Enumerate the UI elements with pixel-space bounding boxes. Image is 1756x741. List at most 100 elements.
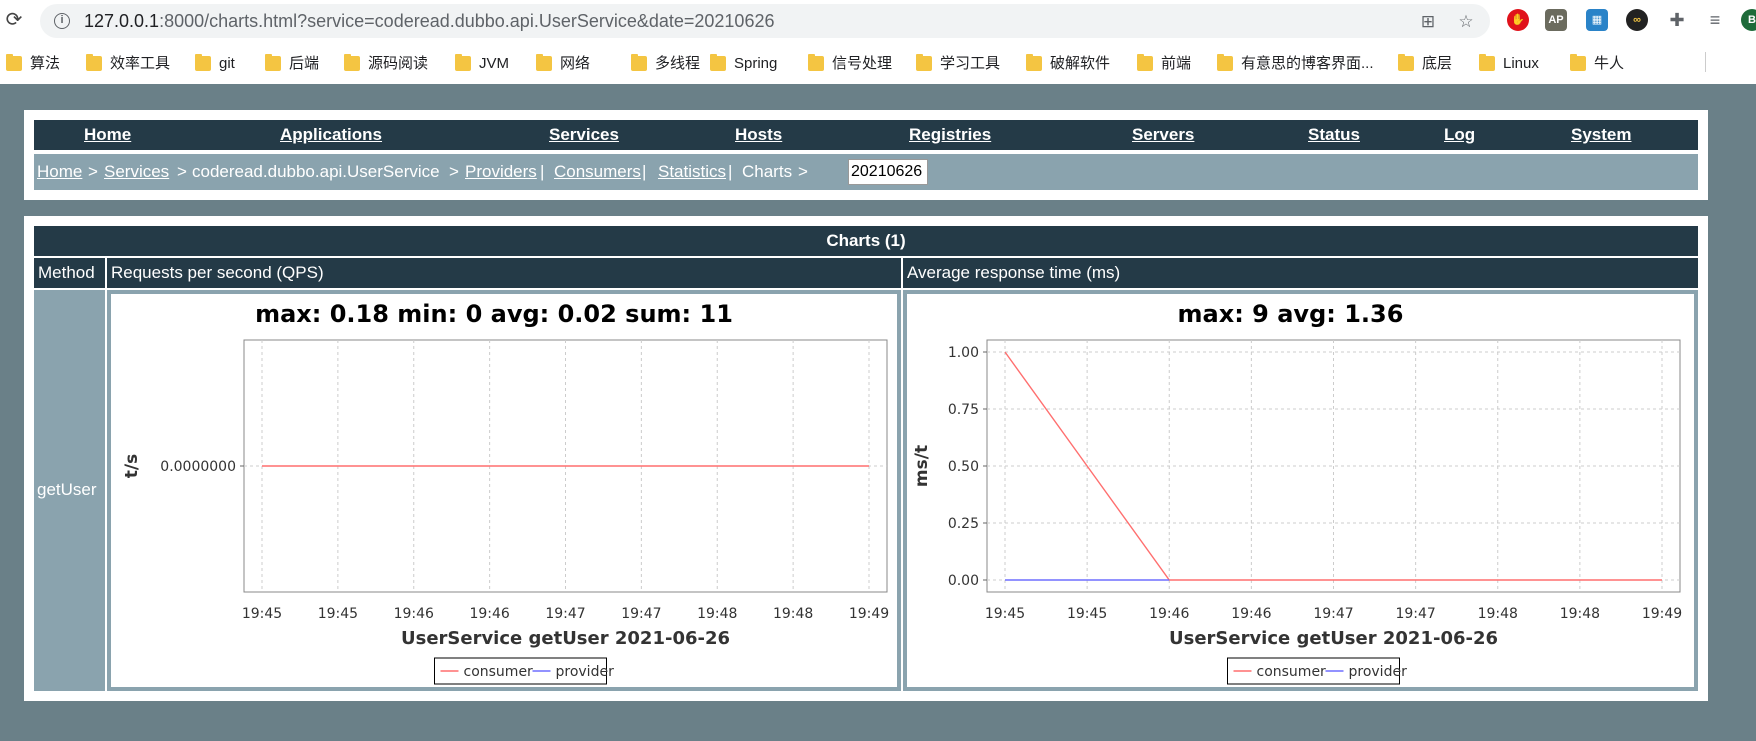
y-axis-label: t/s	[122, 454, 142, 478]
extensions-puzzle-icon[interactable]: ✚	[1666, 9, 1688, 31]
breadcrumb-pipe: |	[642, 162, 647, 181]
url-path: :8000/charts.html?service=coderead.dubbo…	[159, 11, 775, 31]
x-tick-label: 19:48	[697, 606, 737, 622]
y-tick-label: 0.0000000	[160, 459, 236, 475]
nav-services[interactable]: Services	[549, 125, 619, 145]
qps-chart: max: 0.18 min: 0 avg: 0.02 sum: 11 19:45 1…	[122, 300, 889, 685]
nav-servers[interactable]: Servers	[1132, 125, 1194, 145]
chart-title: max: 9 avg: 1.36	[1178, 300, 1404, 328]
bookmark-item[interactable]: 效率工具	[86, 54, 170, 74]
folder-icon	[1026, 54, 1042, 71]
chart-title: max: 0.18 min: 0 avg: 0.02 sum: 11	[255, 300, 733, 328]
x-tick-label: 19:45	[1067, 606, 1107, 622]
nav-home[interactable]: Home	[84, 125, 131, 145]
breadcrumb-consumers[interactable]: Consumers	[554, 162, 641, 182]
bookmark-item[interactable]: 前端	[1137, 54, 1191, 74]
x-tick-label: 19:48	[1560, 606, 1600, 622]
browser-chrome: ⟳ i 127.0.0.1:8000/charts.html?service=c…	[0, 0, 1756, 84]
bookmark-label: 网络	[560, 55, 591, 72]
bookmark-item[interactable]: 破解软件	[1026, 54, 1110, 74]
url-text[interactable]: 127.0.0.1:8000/charts.html?service=coder…	[84, 11, 774, 32]
grid-extension-icon[interactable]: ▦	[1586, 9, 1608, 31]
nav-system[interactable]: System	[1571, 125, 1631, 145]
breadcrumb-sep: >	[88, 162, 98, 181]
x-tick-label: 19:47	[1395, 606, 1435, 622]
y-tick-label: 0.50	[948, 459, 979, 475]
bookmark-item[interactable]: 信号处理	[808, 54, 892, 74]
bookmark-item[interactable]: 网络	[536, 54, 590, 74]
legend-label: provider	[556, 664, 615, 680]
bookmark-item[interactable]: 多线程	[631, 54, 700, 74]
address-bar-row: ⟳ i 127.0.0.1:8000/charts.html?service=c…	[0, 0, 1756, 42]
ap-extension-icon[interactable]: AP	[1545, 9, 1567, 31]
breadcrumb-home[interactable]: Home	[37, 162, 82, 182]
breadcrumb-pipe: |	[540, 162, 545, 181]
bookmark-label: 源码阅读	[368, 55, 429, 72]
x-tick-label: 19:49	[849, 606, 889, 622]
bookmark-item[interactable]: git	[195, 54, 235, 74]
bookmark-item[interactable]: Linux	[1479, 54, 1539, 74]
folder-icon	[1137, 54, 1153, 71]
bookmarks-bar: 算法 效率工具 git 后端 源码阅读 JVM 网络 多线程 Spring 信号处理 学习工具 破解软…	[0, 44, 1756, 82]
nav-hosts[interactable]: Hosts	[735, 125, 782, 145]
nav-log[interactable]: Log	[1444, 125, 1475, 145]
bookmark-label: 有意思的博客界面...	[1241, 55, 1374, 72]
infinity-extension-icon[interactable]: ∞	[1626, 9, 1648, 31]
bookmark-item[interactable]: JVM	[455, 54, 509, 74]
method-column-header: Method	[34, 258, 105, 288]
folder-icon	[6, 54, 22, 71]
folder-icon	[710, 54, 726, 71]
bookmark-item[interactable]: 牛人	[1570, 54, 1624, 74]
y-tick-label: 0.25	[948, 516, 979, 532]
date-input[interactable]	[848, 159, 928, 185]
qps-chart-canvas: max: 0.18 min: 0 avg: 0.02 sum: 11 19:45 1…	[111, 294, 897, 687]
folder-icon	[536, 54, 552, 71]
breadcrumb-providers[interactable]: Providers	[465, 162, 537, 182]
bookmark-item[interactable]: 源码阅读	[344, 54, 428, 74]
nav-registries[interactable]: Registries	[909, 125, 991, 145]
breadcrumb-sep: >	[449, 162, 459, 181]
breadcrumb-statistics[interactable]: Statistics	[658, 162, 726, 182]
profile-avatar[interactable]: B	[1741, 9, 1756, 31]
x-axis-label: UserService getUser 2021-06-26	[1169, 628, 1498, 649]
translate-icon[interactable]: ⊞	[1418, 12, 1438, 32]
legend-label: consumer	[1257, 664, 1327, 680]
bookmark-label: 信号处理	[832, 55, 893, 72]
adblock-icon[interactable]: ✋	[1507, 9, 1529, 31]
x-tick-label: 19:45	[242, 606, 282, 622]
bookmark-item[interactable]: 学习工具	[916, 54, 1000, 74]
folder-icon	[916, 54, 932, 71]
folder-icon	[455, 54, 471, 71]
folder-icon	[631, 54, 647, 71]
breadcrumb-services[interactable]: Services	[104, 162, 169, 182]
folder-icon	[1217, 54, 1233, 71]
x-tick-label: 19:48	[1478, 606, 1518, 622]
nav-status[interactable]: Status	[1308, 125, 1360, 145]
x-tick-label: 19:47	[621, 606, 661, 622]
bookmark-item[interactable]: 有意思的博客界面...	[1217, 54, 1374, 74]
legend-label: provider	[1349, 664, 1408, 680]
qps-chart-cell: max: 0.18 min: 0 avg: 0.02 sum: 11 19:45 1…	[107, 290, 901, 691]
folder-icon	[195, 54, 211, 71]
bookmark-item[interactable]: 底层	[1398, 54, 1452, 74]
breadcrumb-charts: Charts	[742, 162, 793, 181]
bookmark-item[interactable]: 算法	[6, 54, 60, 74]
reading-list-icon[interactable]: ≡	[1704, 9, 1726, 31]
bookmark-label: 牛人	[1594, 55, 1625, 72]
folder-icon	[1398, 54, 1414, 71]
breadcrumb-service-name: coderead.dubbo.api.UserService	[192, 162, 440, 181]
bookmark-label: JVM	[479, 55, 509, 72]
charts-title: Charts (1)	[34, 226, 1698, 256]
folder-icon	[1479, 54, 1495, 71]
nav-applications[interactable]: Applications	[280, 125, 382, 145]
bookmark-label: 学习工具	[940, 55, 1001, 72]
site-info-icon[interactable]: i	[54, 13, 70, 29]
address-bar[interactable]: i 127.0.0.1:8000/charts.html?service=cod…	[40, 4, 1490, 38]
bookmark-item[interactable]: 后端	[265, 54, 319, 74]
bookmark-item[interactable]: Spring	[710, 54, 777, 74]
bookmark-label: 底层	[1422, 55, 1453, 72]
reload-icon[interactable]: ⟳	[2, 8, 26, 32]
bookmark-label: Linux	[1503, 55, 1539, 72]
bookmark-star-icon[interactable]: ☆	[1456, 12, 1476, 32]
breadcrumb-pipe: |	[728, 162, 733, 181]
